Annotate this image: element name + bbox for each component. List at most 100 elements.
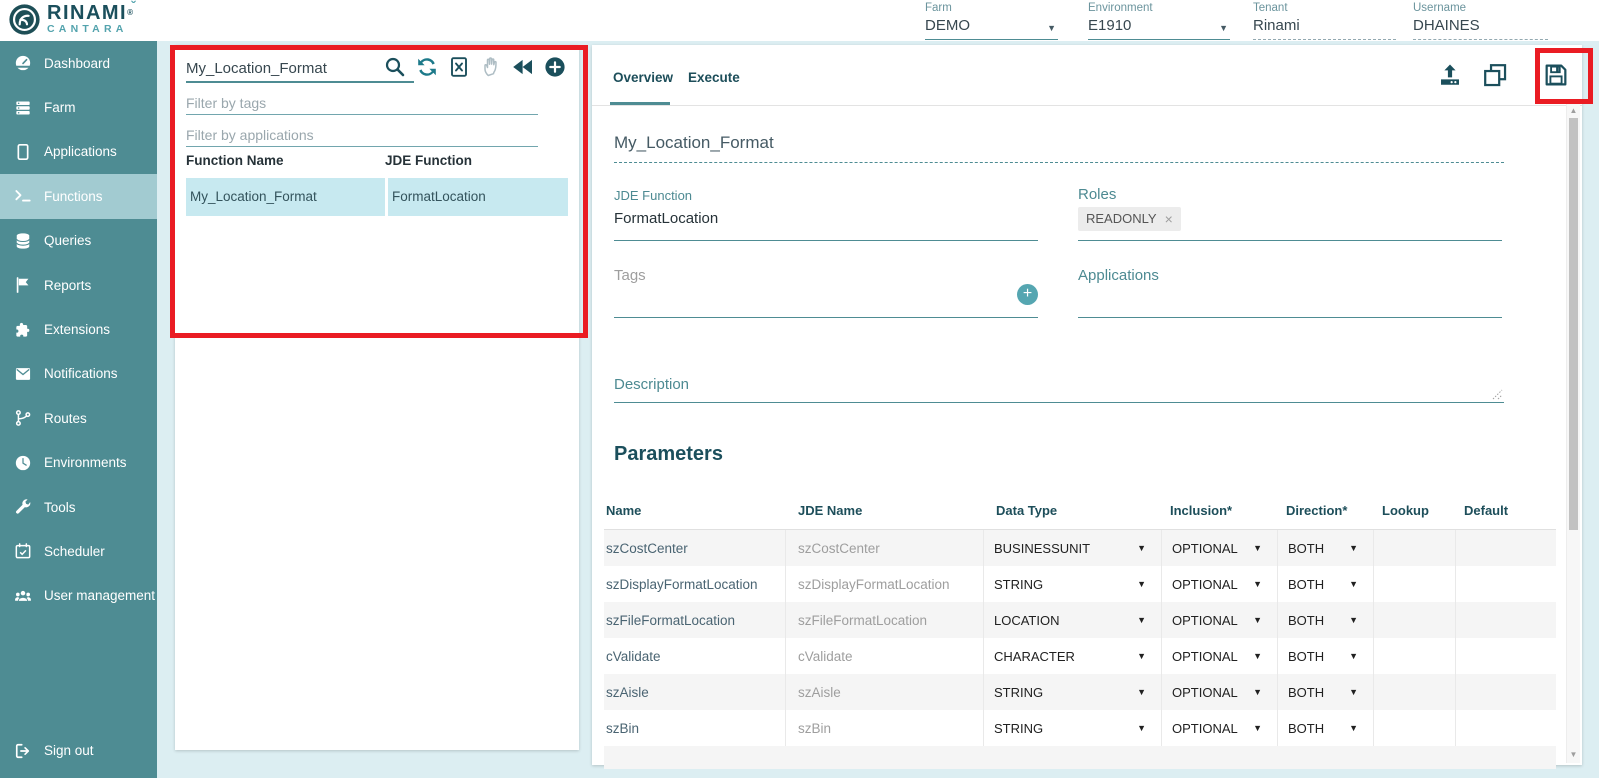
param-lookup[interactable] xyxy=(1374,530,1456,566)
add-function-icon[interactable] xyxy=(543,55,567,79)
sidebar-item-applications[interactable]: Applications xyxy=(0,130,157,174)
param-default[interactable] xyxy=(1456,530,1556,566)
brand-name: RINAMIˇ® xyxy=(47,4,133,22)
sidebar-item-notifications[interactable]: Notifications xyxy=(0,352,157,396)
param-lookup[interactable] xyxy=(1374,566,1456,602)
sidebar-item-label: Scheduler xyxy=(44,544,105,559)
upload-icon[interactable] xyxy=(1436,61,1464,89)
sidebar-item-dashboard[interactable]: Dashboard xyxy=(0,41,157,85)
sidebar-item-label: Notifications xyxy=(44,366,118,381)
chevron-down-icon: ▼ xyxy=(1349,723,1358,733)
param-default[interactable] xyxy=(1456,638,1556,674)
search-icon[interactable] xyxy=(383,55,407,79)
function-list-row-selected[interactable]: My_Location_Format FormatLocation xyxy=(186,178,568,216)
hand-pointer-icon[interactable] xyxy=(479,55,503,79)
chevron-down-icon: ▼ xyxy=(1253,723,1262,733)
tags-field[interactable]: Tags + xyxy=(614,267,1038,318)
sidebar-item-label: Queries xyxy=(44,233,91,248)
username-label: Username xyxy=(1413,2,1548,14)
param-default[interactable] xyxy=(1456,566,1556,602)
chevron-down-icon: ▼ xyxy=(1137,651,1146,661)
jde-function-field[interactable]: JDE Function FormatLocation xyxy=(614,188,1038,241)
copy-icon[interactable] xyxy=(1481,61,1509,89)
function-name-column-header: Function Name xyxy=(186,153,385,168)
farm-value: DEMO xyxy=(925,17,970,34)
textarea-resize-handle[interactable] xyxy=(1492,389,1503,400)
function-search-input[interactable] xyxy=(186,55,414,83)
remove-role-icon[interactable]: × xyxy=(1165,213,1173,225)
sidebar-item-scheduler[interactable]: Scheduler xyxy=(0,529,157,573)
vertical-scrollbar[interactable]: ▲ ▼ xyxy=(1566,103,1580,763)
jde-function-label: JDE Function xyxy=(614,188,1038,203)
inclusion-select[interactable]: OPTIONAL▼ xyxy=(1162,710,1278,746)
scroll-down-icon[interactable]: ▼ xyxy=(1567,750,1580,759)
param-lookup[interactable] xyxy=(1374,710,1456,746)
tenant-label: Tenant xyxy=(1253,2,1396,14)
refresh-icon[interactable] xyxy=(415,55,439,79)
inclusion-select[interactable]: OPTIONAL▼ xyxy=(1162,566,1278,602)
direction-select[interactable]: BOTH▼ xyxy=(1278,530,1374,566)
sidebar-item-functions[interactable]: Functions xyxy=(0,174,157,218)
applications-label: Applications xyxy=(1078,267,1502,284)
inclusion-select[interactable]: OPTIONAL▼ xyxy=(1162,602,1278,638)
notifications-mail-icon xyxy=(13,364,33,384)
roles-field[interactable]: Roles READONLY × xyxy=(1078,186,1502,241)
sidebar-item-sign-out[interactable]: Sign out xyxy=(0,729,157,773)
parameter-row: cValidate cValidate CHARACTER▼ OPTIONAL▼… xyxy=(604,638,1556,674)
sidebar-item-extensions[interactable]: Extensions xyxy=(0,307,157,351)
inclusion-select[interactable]: OPTIONAL▼ xyxy=(1162,530,1278,566)
farm-select[interactable]: Farm DEMO ▼ xyxy=(925,2,1058,40)
col-header-default: Default xyxy=(1456,492,1556,529)
chevron-down-icon[interactable]: ▼ xyxy=(1219,23,1228,33)
col-header-data-type: Data Type xyxy=(984,492,1162,529)
param-lookup[interactable] xyxy=(1374,638,1456,674)
chevron-down-icon: ▼ xyxy=(1137,579,1146,589)
param-lookup[interactable] xyxy=(1374,602,1456,638)
applications-field[interactable]: Applications xyxy=(1078,267,1502,318)
inclusion-select[interactable]: OPTIONAL▼ xyxy=(1162,638,1278,674)
col-header-name: Name xyxy=(604,492,786,529)
sidebar-item-environments[interactable]: Environments xyxy=(0,441,157,485)
filter-by-applications-input[interactable] xyxy=(186,123,538,147)
sidebar-item-routes[interactable]: Routes xyxy=(0,396,157,440)
description-field[interactable]: Description xyxy=(614,376,1504,403)
sidebar-item-tools[interactable]: Tools xyxy=(0,485,157,529)
sidebar-item-farm[interactable]: Farm xyxy=(0,85,157,129)
function-title[interactable]: My_Location_Format xyxy=(614,133,1504,163)
data-type-select[interactable]: STRING▼ xyxy=(984,674,1162,710)
farm-label: Farm xyxy=(925,2,1058,14)
chevron-down-icon[interactable]: ▼ xyxy=(1047,23,1056,33)
scroll-up-icon[interactable]: ▲ xyxy=(1567,106,1580,115)
tab-execute[interactable]: Execute xyxy=(688,70,740,85)
sidebar-item-reports[interactable]: Reports xyxy=(0,263,157,307)
environment-select[interactable]: Environment E1910▼ xyxy=(1088,2,1230,40)
param-lookup[interactable] xyxy=(1374,674,1456,710)
data-type-select[interactable]: BUSINESSUNIT▼ xyxy=(984,530,1162,566)
extensions-puzzle-icon xyxy=(13,320,33,340)
sidebar-item-user-management[interactable]: User management xyxy=(0,574,157,618)
excel-export-icon[interactable] xyxy=(447,55,471,79)
filter-by-tags-input[interactable] xyxy=(186,91,538,115)
direction-select[interactable]: BOTH▼ xyxy=(1278,710,1374,746)
direction-select[interactable]: BOTH▼ xyxy=(1278,674,1374,710)
direction-select[interactable]: BOTH▼ xyxy=(1278,602,1374,638)
param-default[interactable] xyxy=(1456,602,1556,638)
param-default[interactable] xyxy=(1456,710,1556,746)
chevron-down-icon: ▼ xyxy=(1349,579,1358,589)
data-type-select[interactable]: STRING▼ xyxy=(984,710,1162,746)
tab-overview[interactable]: Overview xyxy=(613,70,673,85)
inclusion-select[interactable]: OPTIONAL▼ xyxy=(1162,674,1278,710)
param-default[interactable] xyxy=(1456,674,1556,710)
direction-select[interactable]: BOTH▼ xyxy=(1278,566,1374,602)
sidebar-item-queries[interactable]: Queries xyxy=(0,219,157,263)
save-icon[interactable] xyxy=(1542,61,1570,89)
rewind-icon[interactable] xyxy=(511,55,535,79)
data-type-select[interactable]: LOCATION▼ xyxy=(984,602,1162,638)
data-type-select[interactable]: STRING▼ xyxy=(984,566,1162,602)
direction-select[interactable]: BOTH▼ xyxy=(1278,638,1374,674)
reports-flag-icon xyxy=(13,275,33,295)
function-detail-panel: Overview Execute My_Location_Format JDE … xyxy=(592,45,1582,765)
scrollbar-thumb[interactable] xyxy=(1569,118,1578,530)
add-tag-icon[interactable]: + xyxy=(1017,284,1038,305)
data-type-select[interactable]: CHARACTER▼ xyxy=(984,638,1162,674)
